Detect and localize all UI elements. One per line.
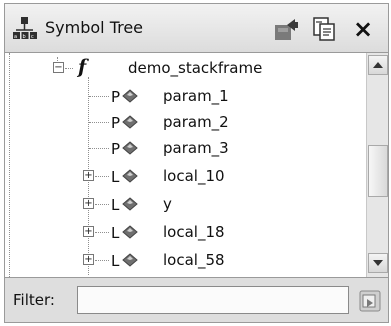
symbol-tree-panel: a b c Symbol Tree × − f demo_stackframe … <box>0 0 391 326</box>
local-variable-icon: L <box>111 196 138 213</box>
svg-text:c: c <box>31 34 34 40</box>
filter-input[interactable] <box>77 286 349 314</box>
param-label: param_3 <box>163 139 229 157</box>
filter-label: Filter: <box>13 291 55 309</box>
param-label: param_2 <box>163 113 229 131</box>
svg-text:L: L <box>111 224 120 241</box>
expand-toggle[interactable]: + <box>83 170 94 181</box>
title-bar: a b c Symbol Tree × <box>4 3 389 53</box>
collapse-toggle[interactable]: − <box>53 62 64 73</box>
tree-node-function[interactable]: − f demo_stackframe <box>5 55 365 81</box>
tree-node-param[interactable]: P param_1 <box>5 83 365 109</box>
close-button[interactable]: × <box>349 15 377 43</box>
svg-text:L: L <box>111 196 120 213</box>
svg-text:P: P <box>111 140 120 157</box>
expand-toggle[interactable]: + <box>83 226 94 237</box>
parameter-icon: P <box>111 114 138 131</box>
tree-node-local[interactable]: + L local_10 <box>5 163 365 189</box>
svg-text:b: b <box>23 34 26 40</box>
tree-connector <box>65 68 73 69</box>
tree-connector <box>95 176 109 177</box>
close-icon: × <box>352 15 374 43</box>
window-title: Symbol Tree <box>45 18 144 37</box>
local-label: local_58 <box>163 251 225 269</box>
tree-connector <box>89 122 109 123</box>
tree-node-param[interactable]: P param_2 <box>5 109 365 135</box>
export-button[interactable] <box>272 15 300 43</box>
local-label: local_18 <box>163 223 225 241</box>
copy-icon <box>313 17 335 41</box>
tree-connector <box>89 148 109 149</box>
expand-toggle[interactable]: + <box>83 254 94 265</box>
scroll-down-button[interactable] <box>368 253 388 273</box>
symbol-tree-icon: a b c <box>13 17 37 40</box>
tree-connector <box>95 232 109 233</box>
arrow-down-icon <box>373 260 383 266</box>
tree-connector <box>95 260 109 261</box>
parameter-icon: P <box>111 88 138 105</box>
filter-icon[interactable] <box>358 289 382 313</box>
copy-button[interactable] <box>310 15 338 43</box>
tree-node-param[interactable]: P param_3 <box>5 135 365 161</box>
svg-text:a: a <box>14 34 17 40</box>
export-icon <box>275 19 298 40</box>
svg-text:P: P <box>111 114 120 131</box>
scroll-up-button[interactable] <box>368 55 388 75</box>
symbol-tree[interactable]: − f demo_stackframe P param_1 P param_2 <box>4 53 389 277</box>
scrollbar-thumb[interactable] <box>368 145 388 197</box>
local-variable-icon: L <box>111 224 138 241</box>
svg-text:L: L <box>111 168 120 185</box>
local-variable-icon: L <box>111 252 138 269</box>
local-label: y <box>163 195 172 213</box>
svg-text:L: L <box>111 252 120 269</box>
parameter-icon: P <box>111 140 138 157</box>
function-name: demo_stackframe <box>128 59 263 77</box>
param-label: param_1 <box>163 87 229 105</box>
tree-node-local[interactable]: + L y <box>5 191 365 217</box>
local-variable-icon: L <box>111 168 138 185</box>
local-label: local_10 <box>163 167 225 185</box>
svg-text:P: P <box>111 88 120 105</box>
function-icon: f <box>78 56 87 78</box>
tree-node-local[interactable]: + L local_18 <box>5 219 365 245</box>
tree-connector <box>95 204 109 205</box>
tree-connector <box>89 96 109 97</box>
tree-node-local[interactable]: + L local_58 <box>5 247 365 273</box>
expand-toggle[interactable]: + <box>83 198 94 209</box>
filter-bar: Filter: <box>4 277 389 323</box>
vertical-scrollbar[interactable] <box>366 53 388 277</box>
arrow-up-icon <box>373 62 383 68</box>
